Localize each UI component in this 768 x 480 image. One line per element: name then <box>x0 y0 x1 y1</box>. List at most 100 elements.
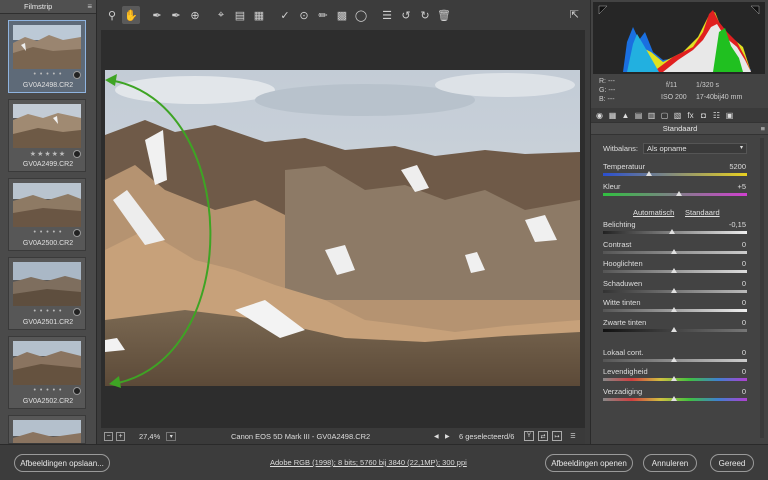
section-menu-icon[interactable]: ≡ <box>761 123 765 135</box>
slider-handle[interactable] <box>671 307 677 312</box>
slider-value[interactable]: 0 <box>742 259 746 268</box>
zoom-icon[interactable]: ⚲ <box>103 6 121 24</box>
fullscreen-icon[interactable]: ⇱ <box>570 8 579 21</box>
color-sampler-icon[interactable]: ✒ <box>167 6 185 24</box>
zoom-in-button[interactable]: + <box>116 431 125 441</box>
presets-tab-icon[interactable]: ☷ <box>711 110 722 121</box>
slider-value[interactable]: 0 <box>742 298 746 307</box>
slider-value[interactable]: 0 <box>742 348 746 357</box>
save-images-button[interactable]: Afbeeldingen opslaan... <box>14 454 110 472</box>
filename-label: GV0A2501.CR2 <box>22 319 74 326</box>
slider-value[interactable]: -0,15 <box>729 220 746 229</box>
red-eye-icon[interactable]: ⊙ <box>295 6 313 24</box>
before-after-icon[interactable]: Y <box>524 431 534 441</box>
preferences-icon[interactable]: ☰ <box>378 6 396 24</box>
slider-value[interactable]: 0 <box>742 318 746 327</box>
slider-label: Schaduwen <box>603 279 643 288</box>
auto-link[interactable]: Automatisch <box>633 208 674 217</box>
open-images-button[interactable]: Afbeeldingen openen <box>545 454 633 472</box>
slider-handle[interactable] <box>671 376 677 381</box>
zoom-dropdown-icon[interactable]: ▾ <box>166 431 177 441</box>
snapshots-tab-icon[interactable]: ▣ <box>724 110 735 121</box>
white-balance-icon[interactable]: ✒ <box>148 6 166 24</box>
filmstrip-item[interactable]: • • • • • GV0A2502.CR2 <box>8 336 86 409</box>
camera-calibration-tab-icon[interactable]: ◘ <box>698 110 709 121</box>
image-preview[interactable] <box>101 30 585 428</box>
basic-tab-icon[interactable]: ◉ <box>594 110 605 121</box>
target-adjust-icon[interactable]: ⊕ <box>186 6 204 24</box>
slider-handle[interactable] <box>671 268 677 273</box>
slider-handle[interactable] <box>671 396 677 401</box>
toggle-settings-icon[interactable]: ☰ <box>568 431 578 441</box>
zoom-out-button[interactable]: − <box>104 431 113 441</box>
crop-icon[interactable]: ⌖ <box>212 6 230 24</box>
slider-value[interactable]: 0 <box>742 279 746 288</box>
slider-value[interactable]: 0 <box>742 387 746 396</box>
slider-label: Witte tinten <box>603 298 641 307</box>
graduated-filter-icon[interactable]: ▩ <box>333 6 351 24</box>
slider-handle[interactable] <box>646 171 652 176</box>
adjustments-panel: R: --- G: --- B: --- f/11 1/320 s ISO 20… <box>590 0 768 444</box>
camera-raw-window: Filmstrip ≡ • • • • • GV0A2498.CR2 ★★★★★… <box>0 0 768 480</box>
filmstrip-item[interactable]: • • • • • GV0A2498.CR2 <box>8 20 86 93</box>
lens-tab-icon[interactable]: ▢ <box>659 110 670 121</box>
tone-curve-tab-icon[interactable]: ▦ <box>607 110 618 121</box>
section-title: Standaard ≡ <box>591 122 768 135</box>
radial-filter-icon[interactable]: ◯ <box>352 6 370 24</box>
filmstrip-panel: Filmstrip ≡ • • • • • GV0A2498.CR2 ★★★★★… <box>0 0 97 444</box>
filmstrip-menu-icon[interactable]: ≡ <box>87 2 92 11</box>
filmstrip-item[interactable]: ★★★★★ GV0A2499.CR2 <box>8 99 86 172</box>
temperature-slider[interactable] <box>603 173 747 176</box>
white-balance-label: Witbalans: <box>603 144 639 153</box>
slider-value[interactable]: +5 <box>737 182 746 191</box>
cancel-button[interactable]: Annuleren <box>643 454 697 472</box>
panel-scrollbar[interactable] <box>760 138 764 438</box>
panel-tabs: ◉ ▦ ▲ ▤ ▥ ▢ ▧ fx ◘ ☷ ▣ <box>591 108 768 122</box>
slider-value[interactable]: 0 <box>742 240 746 249</box>
slider-value[interactable]: 0 <box>742 367 746 376</box>
split-toning-tab-icon[interactable]: ▥ <box>646 110 657 121</box>
hsl-tab-icon[interactable]: ▤ <box>633 110 644 121</box>
done-button[interactable]: Gereed <box>710 454 754 472</box>
selection-count: 6 geselecteerd/6 <box>459 431 515 441</box>
slider-value[interactable]: 5200 <box>729 162 746 171</box>
swap-settings-icon[interactable]: ⇄ <box>538 431 548 441</box>
status-bar: − + 27,4% ▾ Canon EOS 5D Mark III - GV0A… <box>101 428 585 444</box>
image-metadata: R: --- G: --- B: --- f/11 1/320 s ISO 20… <box>591 74 768 106</box>
filmstrip-header: Filmstrip ≡ <box>0 0 96 14</box>
white-balance-select[interactable]: Als opname ▾ <box>643 143 747 154</box>
copy-settings-icon[interactable]: ↦ <box>552 431 562 441</box>
transform-icon[interactable]: ▦ <box>250 6 268 24</box>
slider-handle[interactable] <box>671 288 677 293</box>
bottom-bar: Afbeeldingen opslaan... Adobe RGB (1998)… <box>0 444 768 480</box>
edited-badge-icon <box>73 308 81 316</box>
adjustment-brush-icon[interactable]: ✏ <box>314 6 332 24</box>
detail-tab-icon[interactable]: ▲ <box>620 110 631 121</box>
filmstrip-item[interactable]: • • • • • GV0A2501.CR2 <box>8 257 86 330</box>
tint-slider[interactable] <box>603 193 747 196</box>
section-title-label: Standaard <box>662 124 698 133</box>
slider-handle[interactable] <box>671 249 677 254</box>
straighten-icon[interactable]: ▤ <box>231 6 249 24</box>
filmstrip-item[interactable] <box>8 415 86 444</box>
slider-handle[interactable] <box>671 327 677 332</box>
rotate-left-icon[interactable]: ↺ <box>397 6 415 24</box>
filmstrip-title: Filmstrip <box>24 2 53 11</box>
thumbnail-image <box>13 262 81 306</box>
exposure-slider[interactable] <box>603 231 747 234</box>
spot-removal-icon[interactable]: ✓ <box>276 6 294 24</box>
next-image-icon[interactable]: ▶ <box>445 433 450 440</box>
effects-tab-icon[interactable]: fx <box>685 110 696 121</box>
transform-tab-icon[interactable]: ▧ <box>672 110 683 121</box>
slider-handle[interactable] <box>676 191 682 196</box>
previous-image-icon[interactable]: ◀ <box>434 433 439 440</box>
rotate-right-icon[interactable]: ↻ <box>416 6 434 24</box>
workflow-options-link[interactable]: Adobe RGB (1998); 8 bits; 5760 bij 3840 … <box>270 458 467 467</box>
camera-info: Canon EOS 5D Mark III - GV0A2498.CR2 <box>231 431 371 441</box>
trash-icon[interactable]: 🗑 <box>435 6 453 24</box>
slider-handle[interactable] <box>671 357 677 362</box>
hand-icon[interactable]: ✋ <box>122 6 140 24</box>
slider-handle[interactable] <box>669 229 675 234</box>
default-link[interactable]: Standaard <box>685 208 720 217</box>
filmstrip-item[interactable]: • • • • • GV0A2500.CR2 <box>8 178 86 251</box>
